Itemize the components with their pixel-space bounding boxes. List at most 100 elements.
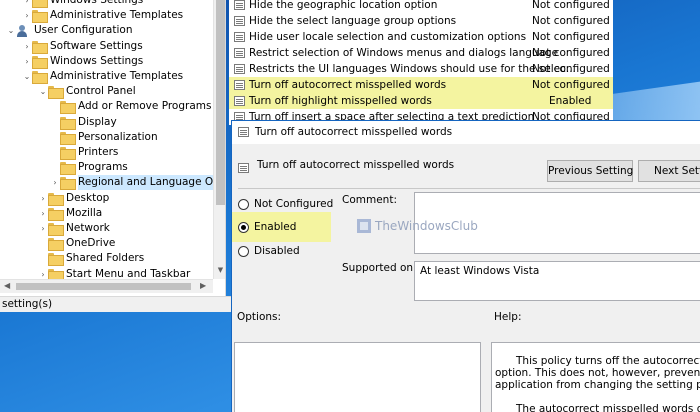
disabled-radio[interactable]: Disabled [238,243,338,259]
chevron-right-icon[interactable]: › [22,0,32,8]
enabled-radio[interactable]: Enabled [238,219,338,235]
tree-item[interactable]: › Windows Settings [22,0,143,8]
supported-on-value: At least Windows Vista [420,265,540,277]
help-text-line: This policy turns off the autocorrect mi… [516,355,700,367]
next-setting-button[interactable]: Next Setting [638,160,700,182]
radio-circle-selected[interactable] [238,221,249,233]
tree-item[interactable]: › Desktop [38,191,109,206]
policy-header-title: Turn off autocorrect misspelled words [257,159,455,171]
settings-list-pane: Hide the geographic location option Not c… [229,0,613,125]
tree-item-label: Programs [78,161,128,174]
tree-item-label: Regional and Language Options [78,175,225,191]
chevron-right-icon[interactable]: › [38,221,48,236]
tree-item[interactable]: Programs [50,160,128,176]
chevron-right-icon[interactable]: › [22,39,32,54]
tree-item[interactable]: OneDrive [38,236,115,252]
tree-item-label: Mozilla [66,206,103,219]
chevron-right-icon[interactable]: › [38,191,48,206]
tree-item[interactable]: › Windows Settings [22,54,143,69]
folder-icon [60,131,76,145]
tree-item[interactable]: Printers [50,145,118,160]
settings-list-row[interactable]: Hide user locale selection and customiza… [229,29,613,45]
chevron-right-icon[interactable]: › [22,8,32,23]
setting-state: Not configured [532,79,610,91]
watermark: TheWindowsClub [357,219,478,233]
tree-item[interactable]: › Software Settings [22,39,143,54]
supported-on-field: At least Windows Vista [414,261,700,301]
setting-name: Hide user locale selection and customiza… [249,31,527,43]
dialog-window-title: Turn off autocorrect misspelled words [255,126,453,138]
tree-item-label: Control Panel [66,85,136,98]
tree-horizontal-scrollbar[interactable]: ◀ ▶ [0,279,213,293]
policy-setting-icon [234,0,245,10]
settings-list-row[interactable]: Restricts the UI languages Windows shoul… [229,61,613,77]
chevron-right-icon[interactable]: › [50,175,60,190]
chevron-down-icon[interactable]: ⌄ [22,69,32,84]
folder-icon [60,162,76,176]
scroll-left-arrow-icon[interactable]: ◀ [4,281,10,290]
chevron-right-icon[interactable]: › [22,54,32,69]
setting-state: Not configured [532,0,610,11]
previous-setting-button[interactable]: Previous Setting [547,160,633,182]
tree-vertical-scrollbar[interactable]: ▼ [213,0,225,279]
policy-setting-icon [234,32,245,42]
policy-setting-dialog: Turn off autocorrect misspelled words Tu… [231,120,700,412]
not-configured-radio[interactable]: Not Configured [238,196,338,212]
setting-name: Hide the select language group options [249,15,457,27]
chevron-right-icon[interactable]: › [38,206,48,221]
radio-label: Disabled [254,245,300,257]
folder-icon [60,116,76,130]
tree-item[interactable]: Personalization [50,130,158,145]
tree-item[interactable]: Shared Folders [38,251,144,267]
tree-item[interactable]: Add or Remove Programs [50,99,211,115]
settings-list-row[interactable]: Hide the select language group options No… [229,13,613,29]
setting-name: Hide the geographic location option [249,0,438,11]
tree-item[interactable]: ⌄ User Configuration [6,23,132,38]
folder-icon [32,40,48,54]
setting-name: Turn off highlight misspelled words [249,95,432,107]
tree-item-label: Display [78,115,117,128]
chevron-down-icon[interactable]: ⌄ [6,23,16,38]
tree-item[interactable]: Display [50,115,117,130]
scrollbar-thumb[interactable] [16,283,191,290]
chevron-down-icon[interactable]: ⌄ [38,84,48,99]
tree-item-label: Printers [78,146,119,158]
policy-setting-icon [234,64,245,74]
radio-circle[interactable] [238,198,249,210]
settings-list-row[interactable]: Turn off autocorrect misspelled words Not… [229,77,613,93]
folder-icon [48,207,64,221]
tree-item[interactable]: › Network [38,221,110,236]
tree-item[interactable]: ⌄ Administrative Templates [22,69,183,84]
folder-icon [48,238,64,252]
tree-item-label: Network [66,222,110,234]
folder-icon [32,10,48,24]
options-panel [234,342,481,412]
folder-icon [48,86,64,100]
settings-list-row[interactable]: Turn off highlight misspelled words Enabl… [229,93,613,109]
folder-icon [32,71,48,84]
policy-setting-icon [238,127,249,137]
folder-icon [60,101,76,115]
tree-item-label: Desktop [66,191,110,204]
header-divider [238,188,700,189]
tree-item[interactable]: › Administrative Templates [22,8,183,24]
settings-list-row[interactable]: Hide the geographic location option Not c… [229,0,613,13]
scroll-right-arrow-icon[interactable]: ▶ [200,281,206,290]
setting-state: Not configured [532,63,610,75]
tree-item-label: User Configuration [34,24,133,37]
setting-name: Restrict selection of Windows menus and … [249,47,559,59]
dialog-title-bar[interactable]: Turn off autocorrect misspelled words [232,121,700,144]
folder-icon [48,253,64,267]
tree-item-label: Software Settings [50,39,143,52]
scroll-down-arrow-icon[interactable]: ▼ [214,266,225,279]
help-label: Help: [494,311,522,323]
status-bar: setting(s) [0,296,231,312]
settings-list-row[interactable]: Restrict selection of Windows menus and … [229,45,613,61]
tree-item[interactable]: ⌄ Control Panel [38,84,136,100]
radio-circle[interactable] [238,245,249,257]
scrollbar-thumb[interactable] [216,0,225,205]
setting-name: Turn off autocorrect misspelled words [249,79,447,91]
supported-on-label: Supported on: [342,262,417,274]
tree-item[interactable]: › Regional and Language Options [50,175,225,191]
tree-item[interactable]: › Mozilla [38,206,102,221]
